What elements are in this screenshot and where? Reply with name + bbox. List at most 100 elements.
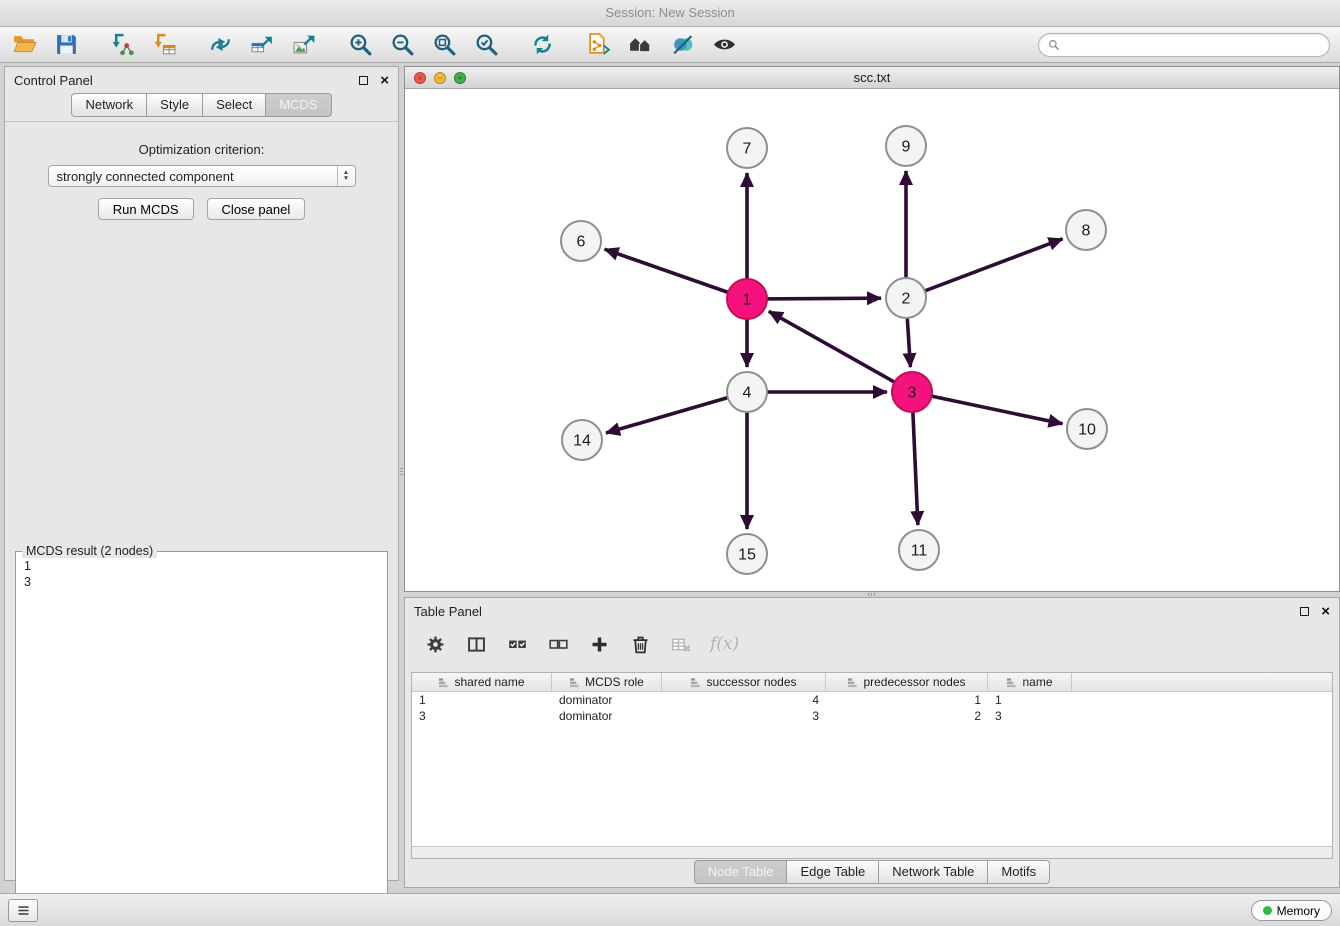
toolbar-group bbox=[206, 31, 318, 59]
node-3[interactable]: 3 bbox=[892, 372, 932, 412]
table-cell[interactable]: 1 bbox=[988, 692, 1072, 708]
table-horizontal-scrollbar[interactable] bbox=[412, 846, 1332, 858]
export-image-button[interactable] bbox=[290, 31, 318, 59]
zoom-selected-button[interactable] bbox=[472, 31, 500, 59]
table-cell[interactable]: 3 bbox=[412, 708, 552, 724]
columns-button[interactable] bbox=[464, 632, 488, 656]
tab-style[interactable]: Style bbox=[147, 93, 203, 117]
node-8[interactable]: 8 bbox=[1066, 210, 1106, 250]
svg-text:6: 6 bbox=[577, 234, 586, 251]
toolbar-group bbox=[584, 31, 738, 59]
tab-network[interactable]: Network bbox=[71, 93, 147, 117]
select-all-button[interactable] bbox=[505, 632, 529, 656]
search-input[interactable] bbox=[1065, 37, 1321, 52]
node-9[interactable]: 9 bbox=[886, 126, 926, 166]
tab-network-table[interactable]: Network Table bbox=[879, 860, 988, 884]
column-header-name[interactable]: name bbox=[988, 673, 1072, 691]
table-close-panel-icon[interactable]: × bbox=[1321, 605, 1330, 618]
close-panel-button[interactable]: Close panel bbox=[207, 198, 306, 220]
copy-network-icon bbox=[586, 32, 611, 57]
mcds-buttons-row: Run MCDS Close panel bbox=[5, 198, 398, 220]
save-button[interactable] bbox=[52, 31, 80, 59]
table-cell[interactable]: 1 bbox=[412, 692, 552, 708]
column-header-successor-nodes[interactable]: successor nodes bbox=[662, 673, 826, 691]
svg-text:11: 11 bbox=[911, 543, 928, 560]
close-window-button[interactable]: × bbox=[414, 72, 426, 84]
eye-icon bbox=[712, 32, 737, 57]
style-button[interactable] bbox=[668, 31, 696, 59]
trash-button[interactable] bbox=[628, 632, 652, 656]
edge-3-10[interactable] bbox=[912, 392, 1063, 424]
edge-4-14[interactable] bbox=[606, 392, 747, 433]
column-header-mcds-role[interactable]: MCDS role bbox=[552, 673, 662, 691]
export-table-button[interactable] bbox=[248, 31, 276, 59]
node-2[interactable]: 2 bbox=[886, 278, 926, 318]
node-4[interactable]: 4 bbox=[727, 372, 767, 412]
tab-edge-table[interactable]: Edge Table bbox=[787, 860, 879, 884]
svg-text:2: 2 bbox=[902, 291, 911, 308]
table-cell[interactable]: 3 bbox=[662, 708, 826, 724]
refresh-icon bbox=[530, 32, 555, 57]
tab-motifs[interactable]: Motifs bbox=[988, 860, 1050, 884]
float-panel-icon[interactable] bbox=[359, 76, 368, 85]
node-10[interactable]: 10 bbox=[1067, 409, 1107, 449]
gear-button[interactable] bbox=[423, 632, 447, 656]
optimization-criterion-select[interactable]: strongly connected component ▲▼ bbox=[48, 165, 356, 187]
table-cell[interactable]: dominator bbox=[552, 708, 662, 724]
open-folder-button[interactable] bbox=[10, 31, 38, 59]
column-header-shared-name[interactable]: shared name bbox=[412, 673, 552, 691]
show-panels-button[interactable] bbox=[8, 899, 38, 922]
zoom-fit-button[interactable] bbox=[430, 31, 458, 59]
layout-button[interactable] bbox=[206, 31, 234, 59]
sort-icon bbox=[438, 677, 449, 688]
table-float-panel-icon[interactable] bbox=[1300, 607, 1309, 616]
table-row[interactable]: 1dominator411 bbox=[412, 692, 1332, 708]
network-canvas[interactable]: 7 9 6 8 1 2 4 3 14 10 15 11 bbox=[405, 89, 1339, 591]
table-cell[interactable]: 1 bbox=[826, 692, 988, 708]
plus-button[interactable] bbox=[587, 632, 611, 656]
horizontal-splitter-handle[interactable] bbox=[860, 592, 882, 597]
import-table-button[interactable] bbox=[150, 31, 178, 59]
table-cell[interactable]: dominator bbox=[552, 692, 662, 708]
copy-network-button[interactable] bbox=[584, 31, 612, 59]
edge-2-8[interactable] bbox=[906, 239, 1063, 298]
memory-button[interactable]: Memory bbox=[1251, 900, 1332, 921]
table-cell[interactable]: 4 bbox=[662, 692, 826, 708]
node-7[interactable]: 7 bbox=[727, 128, 767, 168]
vertical-splitter-handle[interactable] bbox=[399, 460, 404, 482]
tab-node-table[interactable]: Node Table bbox=[694, 860, 788, 884]
node-15[interactable]: 15 bbox=[727, 534, 767, 574]
zoom-out-button[interactable] bbox=[388, 31, 416, 59]
table-header-row: shared nameMCDS rolesuccessor nodesprede… bbox=[412, 673, 1332, 692]
node-6[interactable]: 6 bbox=[561, 221, 601, 261]
node-11[interactable]: 11 bbox=[899, 530, 939, 570]
window-controls: × − + bbox=[414, 72, 466, 84]
table-cell[interactable]: 2 bbox=[826, 708, 988, 724]
zoom-in-button[interactable] bbox=[346, 31, 374, 59]
zoom-out-icon bbox=[390, 32, 415, 57]
svg-text:3: 3 bbox=[908, 385, 917, 402]
edge-3-1[interactable] bbox=[769, 311, 912, 392]
table-row[interactable]: 3dominator323 bbox=[412, 708, 1332, 724]
refresh-button[interactable] bbox=[528, 31, 556, 59]
run-mcds-button[interactable]: Run MCDS bbox=[98, 198, 194, 220]
deselect-all-button[interactable] bbox=[546, 632, 570, 656]
tab-mcds[interactable]: MCDS bbox=[266, 93, 331, 117]
search-box[interactable] bbox=[1038, 33, 1330, 57]
column-header-predecessor-nodes[interactable]: predecessor nodes bbox=[826, 673, 988, 691]
maximize-window-button[interactable]: + bbox=[454, 72, 466, 84]
first-neighbors-button[interactable] bbox=[626, 31, 654, 59]
close-panel-icon[interactable]: × bbox=[380, 74, 389, 87]
minimize-window-button[interactable]: − bbox=[434, 72, 446, 84]
edge-1-6[interactable] bbox=[605, 249, 747, 299]
control-panel-title: Control Panel bbox=[14, 73, 93, 88]
first-neighbors-icon bbox=[628, 32, 653, 57]
node-14[interactable]: 14 bbox=[562, 420, 602, 460]
table-cell[interactable]: 3 bbox=[988, 708, 1072, 724]
tab-select[interactable]: Select bbox=[203, 93, 266, 117]
import-network-button[interactable] bbox=[108, 31, 136, 59]
window-title: Session: New Session bbox=[605, 5, 734, 20]
control-panel-tabs: NetworkStyleSelectMCDS bbox=[5, 93, 398, 119]
node-1[interactable]: 1 bbox=[727, 279, 767, 319]
eye-button[interactable] bbox=[710, 31, 738, 59]
